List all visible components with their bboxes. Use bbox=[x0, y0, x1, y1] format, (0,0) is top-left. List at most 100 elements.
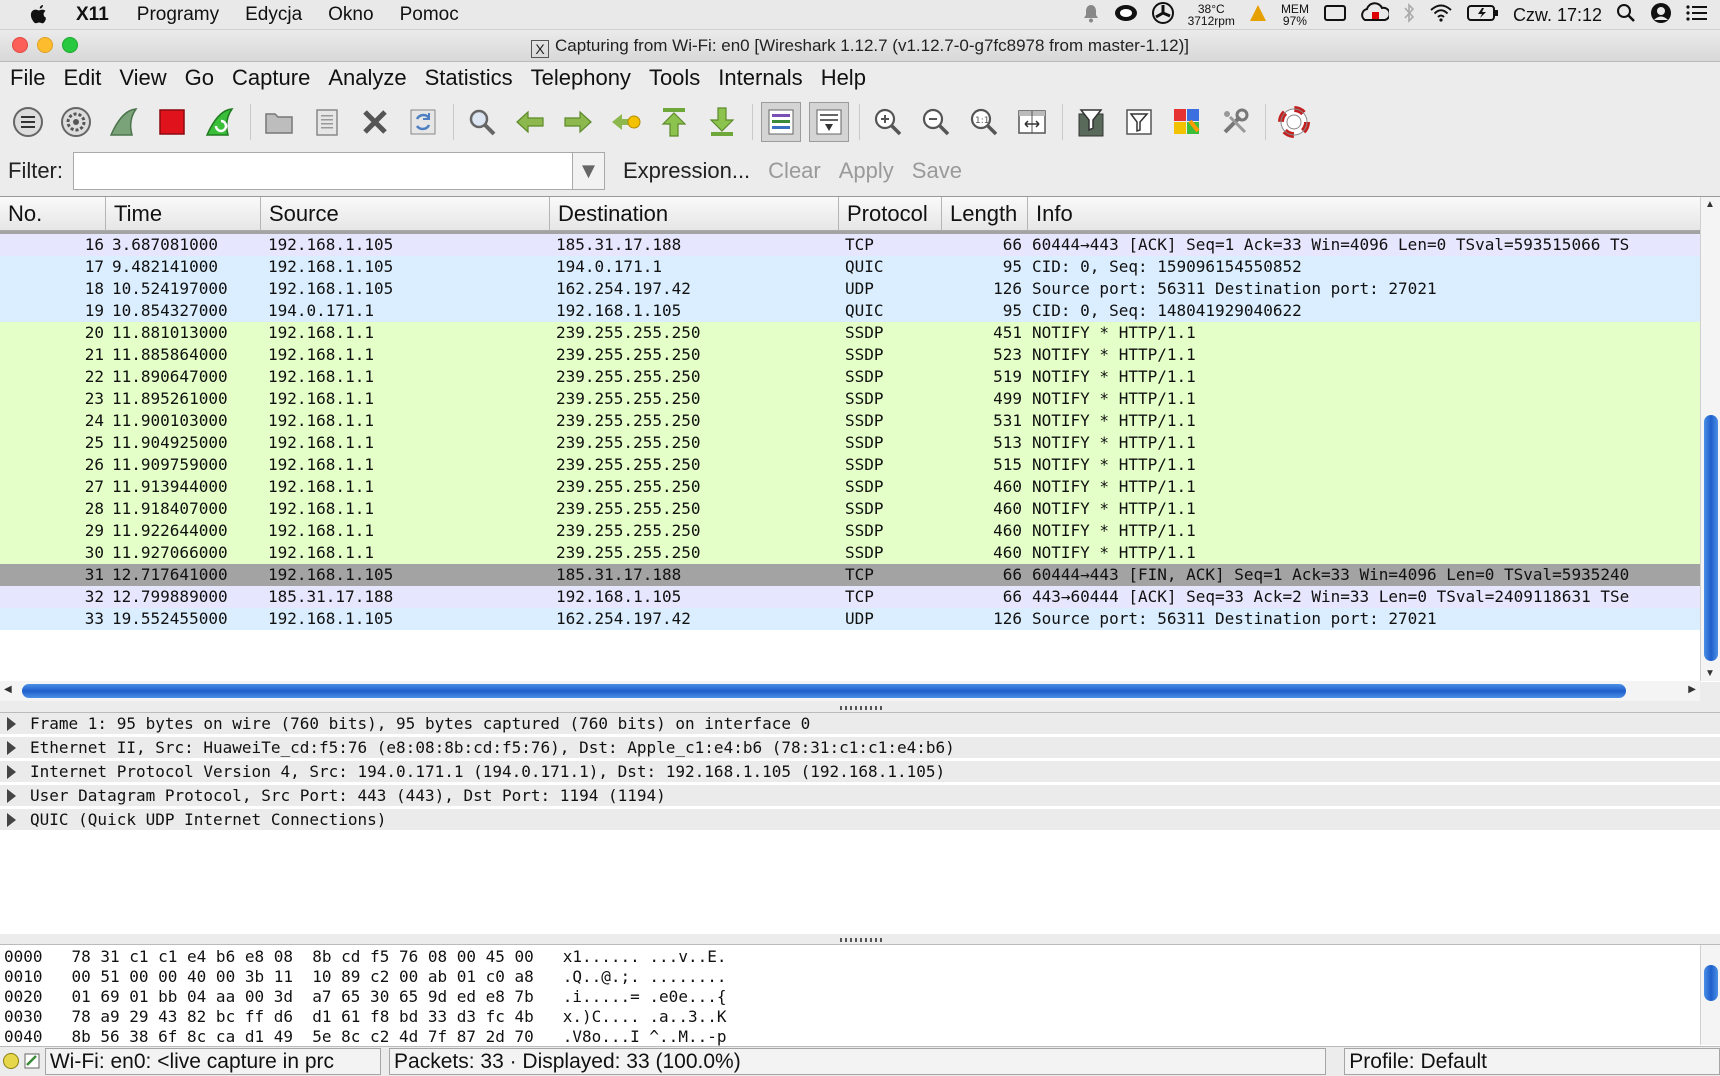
open-file-folder-icon[interactable] bbox=[259, 102, 299, 142]
detail-row-udp[interactable]: User Datagram Protocol, Src Port: 443 (4… bbox=[0, 785, 1720, 807]
clock-text[interactable]: Czw. 17:12 bbox=[1513, 5, 1602, 26]
filter-expression-button[interactable]: Expression... bbox=[623, 158, 750, 184]
app-menu-x11[interactable]: X11 bbox=[76, 4, 109, 26]
normal-size-icon[interactable]: 1:1 bbox=[964, 102, 1004, 142]
filter-clear-button[interactable]: Clear bbox=[768, 158, 821, 184]
menu-view[interactable]: View bbox=[119, 65, 166, 91]
bluetooth-icon[interactable] bbox=[1403, 2, 1415, 28]
capture-options-button[interactable] bbox=[56, 102, 96, 142]
interfaces-list-button[interactable] bbox=[8, 102, 48, 142]
packet-row[interactable]: 29 11.922644000 192.168.1.1 239.255.255.250… bbox=[0, 520, 1700, 542]
apple-icon[interactable] bbox=[26, 3, 52, 27]
column-header-destination[interactable]: Destination bbox=[550, 197, 839, 231]
expert-info-indicator-icon[interactable] bbox=[3, 1053, 19, 1069]
reload-file-icon[interactable] bbox=[403, 102, 443, 142]
filter-save-button[interactable]: Save bbox=[912, 158, 962, 184]
column-header-protocol[interactable]: Protocol bbox=[839, 197, 942, 231]
fan-icon[interactable] bbox=[1151, 1, 1174, 29]
packet-row[interactable]: 19 10.854327000 194.0.171.1 192.168.1.105 QU… bbox=[0, 300, 1700, 322]
packet-row[interactable]: 16 3.687081000 192.168.1.105 185.31.17.188 T… bbox=[0, 234, 1700, 256]
filter-apply-button[interactable]: Apply bbox=[839, 158, 894, 184]
detail-row-ipv4[interactable]: Internet Protocol Version 4, Src: 194.0.… bbox=[0, 761, 1720, 783]
bell-icon[interactable] bbox=[1082, 3, 1100, 28]
packet-row[interactable]: 22 11.890647000 192.168.1.1 239.255.255.250… bbox=[0, 366, 1700, 388]
column-header-info[interactable]: Info bbox=[1028, 197, 1700, 231]
menu-help[interactable]: Help bbox=[821, 65, 866, 91]
wifi-icon[interactable] bbox=[1429, 4, 1453, 27]
detail-row-ethernet[interactable]: Ethernet II, Src: HuaweiTe_cd:f5:76 (e8:… bbox=[0, 737, 1720, 759]
hex-row[interactable]: 0030 78 a9 29 43 82 bc ff d6 d1 61 f8 bd… bbox=[4, 1007, 726, 1027]
cloud-app-icon[interactable] bbox=[1114, 4, 1138, 27]
go-to-packet-icon[interactable] bbox=[606, 102, 646, 142]
expand-triangle-icon[interactable] bbox=[7, 741, 16, 755]
display-icon[interactable] bbox=[1323, 4, 1347, 27]
temp-rpm-readout[interactable]: 38°C 3712rpm bbox=[1188, 3, 1235, 27]
packet-row[interactable]: 20 11.881013000 192.168.1.1 239.255.255.250… bbox=[0, 322, 1700, 344]
zoom-in-icon[interactable] bbox=[868, 102, 908, 142]
display-filter-input[interactable] bbox=[73, 152, 573, 190]
scroll-up-arrow-icon[interactable]: ▲ bbox=[1705, 199, 1715, 210]
home-cloud-icon[interactable] bbox=[1361, 1, 1391, 29]
filter-history-dropdown[interactable]: ▼ bbox=[573, 152, 605, 190]
hex-row[interactable]: 0040 8b 56 38 6f 8c ca d1 49 5e 8c c2 4d… bbox=[4, 1027, 726, 1047]
warning-icon[interactable] bbox=[1249, 4, 1267, 27]
pane-splitter-handle[interactable] bbox=[840, 938, 884, 942]
packet-row[interactable]: 32 12.799889000 185.31.17.188 192.168.1.105… bbox=[0, 586, 1700, 608]
menu-edycja[interactable]: Edycja bbox=[245, 4, 302, 26]
packet-row[interactable]: 28 11.918407000 192.168.1.1 239.255.255.250… bbox=[0, 498, 1700, 520]
scroll-left-arrow-icon[interactable]: ◀ bbox=[4, 684, 12, 695]
capture-comment-icon[interactable] bbox=[23, 1052, 41, 1070]
packet-row[interactable]: 27 11.913944000 192.168.1.1 239.255.255.250… bbox=[0, 476, 1700, 498]
battery-icon[interactable] bbox=[1466, 4, 1499, 27]
memory-readout[interactable]: MEM 97% bbox=[1281, 3, 1309, 27]
column-header-source[interactable]: Source bbox=[261, 197, 550, 231]
packet-list-vertical-scrollbar[interactable]: ▲ ▼ bbox=[1700, 197, 1720, 681]
first-packet-icon[interactable] bbox=[654, 102, 694, 142]
start-capture-shark-fin-icon[interactable] bbox=[104, 102, 144, 142]
menu-internals[interactable]: Internals bbox=[718, 65, 802, 91]
hex-row[interactable]: 0020 01 69 01 bb 04 aa 00 3d a7 65 30 65… bbox=[4, 987, 726, 1007]
display-filters-icon[interactable] bbox=[1119, 102, 1159, 142]
expand-triangle-icon[interactable] bbox=[7, 789, 16, 803]
pane-splitter-handle[interactable] bbox=[840, 706, 884, 710]
notification-center-icon[interactable] bbox=[1686, 4, 1708, 27]
menu-edit[interactable]: Edit bbox=[63, 65, 101, 91]
horizontal-scroll-thumb[interactable] bbox=[22, 684, 1626, 698]
status-profile-text[interactable]: Profile: Default bbox=[1344, 1047, 1720, 1075]
zoom-out-icon[interactable] bbox=[916, 102, 956, 142]
menu-telephony[interactable]: Telephony bbox=[531, 65, 631, 91]
user-icon[interactable] bbox=[1650, 2, 1672, 29]
last-packet-icon[interactable] bbox=[702, 102, 742, 142]
menu-analyze[interactable]: Analyze bbox=[328, 65, 406, 91]
help-lifebuoy-icon[interactable] bbox=[1274, 102, 1314, 142]
packet-row[interactable]: 24 11.900103000 192.168.1.1 239.255.255.250… bbox=[0, 410, 1700, 432]
packet-row[interactable]: 30 11.927066000 192.168.1.1 239.255.255.250… bbox=[0, 542, 1700, 564]
column-header-time[interactable]: Time bbox=[106, 197, 261, 231]
bytes-pane-scrollbar[interactable] bbox=[1700, 945, 1720, 1045]
expand-triangle-icon[interactable] bbox=[7, 765, 16, 779]
go-forward-arrow-icon[interactable] bbox=[558, 102, 598, 142]
hex-row[interactable]: 0000 78 31 c1 c1 e4 b6 e8 08 8b cd f5 76… bbox=[4, 947, 726, 967]
expand-triangle-icon[interactable] bbox=[7, 813, 16, 827]
menu-pomoc[interactable]: Pomoc bbox=[400, 4, 459, 26]
menu-tools[interactable]: Tools bbox=[649, 65, 700, 91]
packet-row[interactable]: 17 9.482141000 192.168.1.105 194.0.171.1 QUI… bbox=[0, 256, 1700, 278]
capture-filters-icon[interactable] bbox=[1071, 102, 1111, 142]
find-packet-icon[interactable] bbox=[462, 102, 502, 142]
column-header-no[interactable]: No. bbox=[0, 197, 106, 231]
packet-row[interactable]: 23 11.895261000 192.168.1.1 239.255.255.250… bbox=[0, 388, 1700, 410]
bytes-scroll-thumb[interactable] bbox=[1704, 965, 1718, 1001]
spotlight-search-icon[interactable] bbox=[1616, 3, 1636, 28]
stop-capture-button[interactable] bbox=[152, 102, 192, 142]
column-header-length[interactable]: Length bbox=[942, 197, 1028, 231]
go-back-arrow-icon[interactable] bbox=[510, 102, 550, 142]
restart-capture-button[interactable] bbox=[200, 102, 240, 142]
preferences-tools-icon[interactable] bbox=[1215, 102, 1255, 142]
scroll-down-arrow-icon[interactable]: ▼ bbox=[1705, 668, 1715, 679]
packet-row[interactable]: 26 11.909759000 192.168.1.1 239.255.255.250… bbox=[0, 454, 1700, 476]
close-file-icon[interactable] bbox=[355, 102, 395, 142]
packet-row[interactable]: 21 11.885864000 192.168.1.1 239.255.255.250… bbox=[0, 344, 1700, 366]
menu-capture[interactable]: Capture bbox=[232, 65, 310, 91]
packet-row[interactable]: 31 12.717641000 192.168.1.105 185.31.17.188… bbox=[0, 564, 1700, 586]
packet-row[interactable]: 25 11.904925000 192.168.1.1 239.255.255.250… bbox=[0, 432, 1700, 454]
